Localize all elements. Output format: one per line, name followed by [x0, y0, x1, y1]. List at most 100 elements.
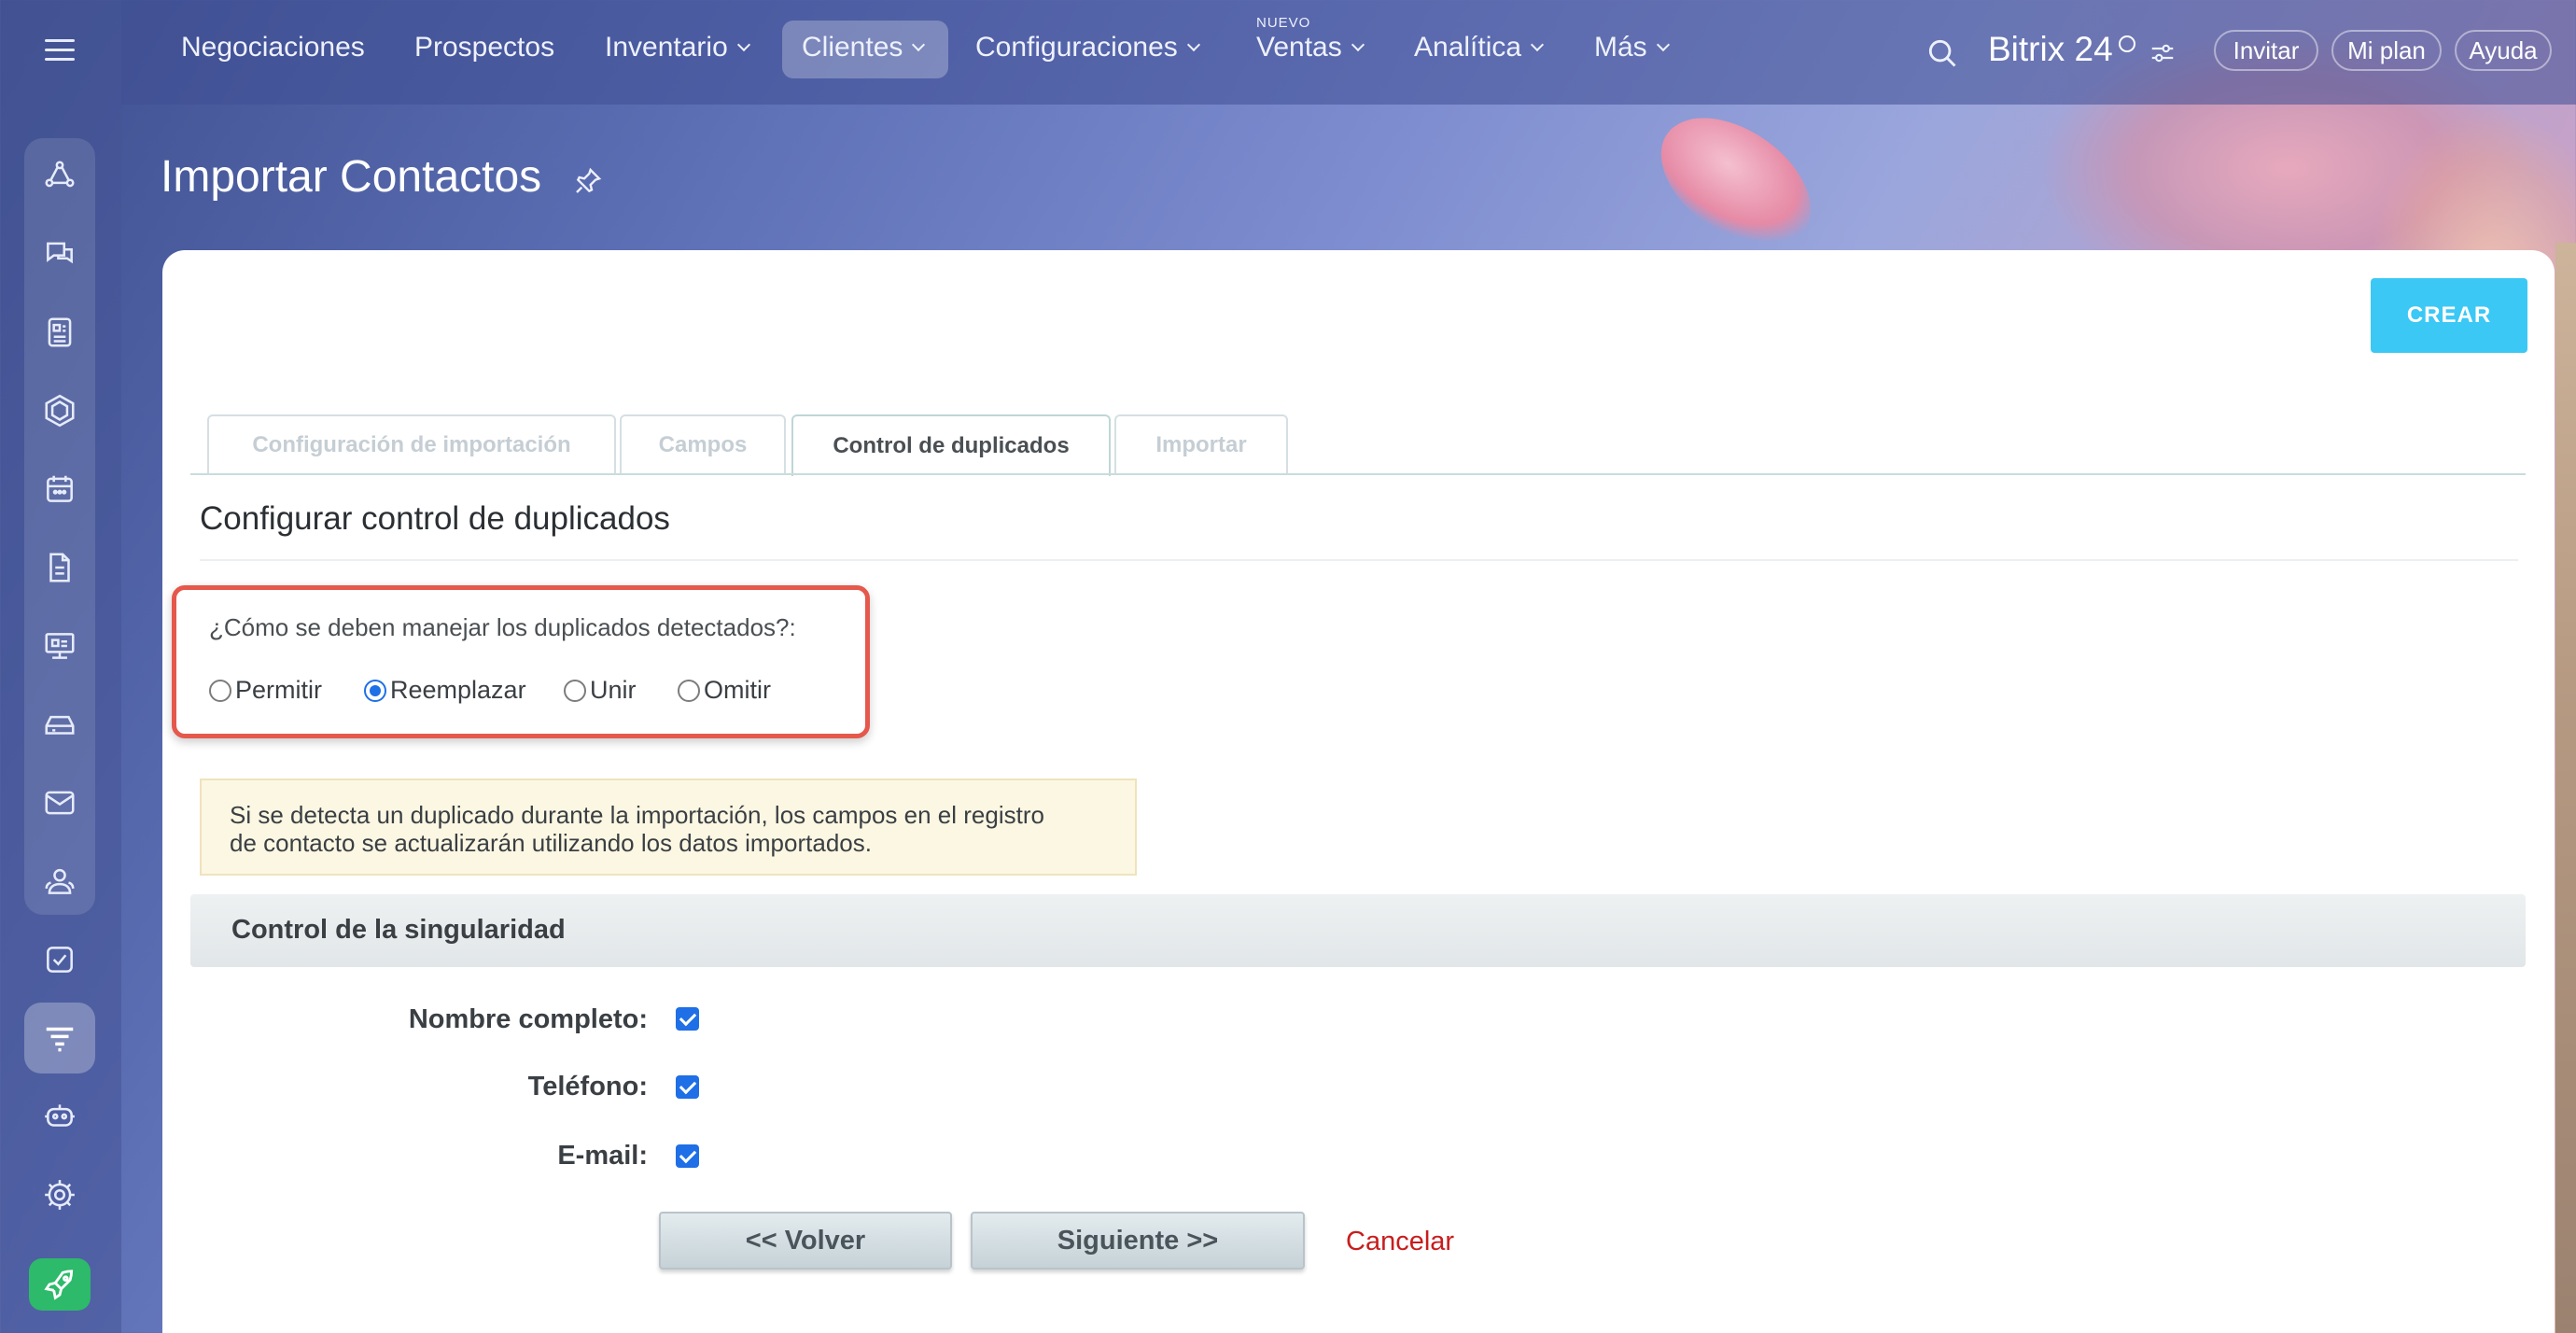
duplicate-question: ¿Cómo se deben manejar los duplicados de… — [209, 613, 796, 641]
checkbox-email[interactable] — [676, 1144, 699, 1168]
section-divider — [200, 559, 2518, 561]
workflow-icon — [45, 161, 75, 188]
radio-button[interactable] — [564, 679, 586, 702]
info-text-line: de contacto se actualizarán utilizando l… — [230, 829, 872, 857]
my-plan-button[interactable]: Mi plan — [2331, 30, 2442, 71]
mail-icon — [45, 791, 75, 815]
nav-item-negociaciones[interactable]: Negociaciones — [181, 32, 365, 63]
info-text-line: Si se detecta un duplicado durante la im… — [230, 801, 1044, 829]
clock-icon — [2119, 35, 2135, 52]
sidebar-item-calendar[interactable] — [24, 454, 95, 525]
next-button[interactable]: Siguiente >> — [971, 1212, 1305, 1270]
sidebar-item-chat[interactable] — [24, 218, 95, 289]
checkbox-phone[interactable] — [676, 1075, 699, 1099]
nav-label: Ventas — [1256, 32, 1342, 63]
radio-unir[interactable]: Unir — [564, 676, 637, 705]
radio-reemplazar[interactable]: Reemplazar — [364, 676, 526, 705]
duplicate-handling-highlight — [172, 585, 870, 738]
sidebar-item-hexagon[interactable] — [24, 375, 95, 446]
sidebar-item-documents[interactable] — [24, 532, 95, 603]
calendar-icon — [47, 475, 73, 502]
help-button[interactable]: Ayuda — [2455, 30, 2552, 71]
background-edge — [2555, 243, 2576, 1333]
page-title: Importar Contactos — [161, 152, 542, 202]
nav-label: Clientes — [802, 32, 903, 63]
contacts-icon — [45, 868, 75, 894]
crm-funnel-icon — [46, 1027, 74, 1052]
radio-label: Reemplazar — [390, 676, 526, 704]
sidebar-item-contacts[interactable] — [24, 846, 95, 917]
tab-duplicate-control[interactable]: Control de duplicados — [791, 414, 1111, 476]
sidebar-item-workflow[interactable] — [24, 140, 95, 211]
checkbox-full-name[interactable] — [676, 1007, 699, 1031]
hexagon-icon — [45, 394, 75, 428]
radio-label: Permitir — [235, 676, 322, 704]
sidebar-item-rocket[interactable] — [29, 1258, 91, 1311]
feed-icon — [48, 317, 72, 347]
hamburger-menu-icon[interactable] — [37, 32, 82, 69]
sidebar-item-presentation[interactable] — [24, 610, 95, 681]
back-button[interactable]: << Volver — [659, 1212, 952, 1270]
sidebar-item-drive[interactable] — [24, 689, 95, 760]
background-petal — [1637, 91, 1835, 273]
robot-icon — [45, 1104, 75, 1127]
nav-label: Negociaciones — [181, 32, 365, 63]
brand-logo: Bitrix 24 — [1988, 30, 2113, 68]
nav-label: Más — [1594, 32, 1647, 63]
chat-icon — [47, 242, 73, 264]
chevron-down-icon — [912, 37, 926, 52]
tab-import[interactable]: Importar — [1114, 414, 1288, 474]
nav-label: Prospectos — [414, 32, 555, 63]
field-label-email: E-mail: — [557, 1141, 648, 1171]
settings-icon — [45, 1180, 75, 1210]
document-icon — [49, 553, 70, 582]
nav-label: Inventario — [605, 32, 728, 63]
sidebar-item-settings[interactable] — [24, 1159, 95, 1230]
radio-button-selected[interactable] — [364, 679, 386, 702]
tab-divider — [190, 473, 2526, 475]
nav-item-mas[interactable]: Más — [1594, 32, 1670, 63]
info-notice: Si se detecta un duplicado durante la im… — [200, 779, 1137, 876]
nav-item-configuraciones[interactable]: Configuraciones — [975, 32, 1200, 63]
new-badge: NUEVO — [1256, 15, 1311, 31]
nav-label: Analítica — [1414, 32, 1522, 63]
chevron-down-icon — [736, 37, 750, 52]
field-label-full-name: Nombre completo: — [408, 1004, 648, 1034]
radio-label: Omitir — [704, 676, 771, 704]
sidebar-item-crm[interactable] — [24, 1003, 95, 1073]
rocket-icon — [44, 1270, 74, 1300]
sidebar-item-mail[interactable] — [24, 767, 95, 838]
chevron-down-icon — [1656, 37, 1670, 52]
presentation-icon — [45, 633, 75, 659]
sidebar-item-tasks[interactable] — [24, 924, 95, 995]
pin-icon[interactable] — [573, 166, 603, 196]
cancel-link[interactable]: Cancelar — [1346, 1227, 1454, 1257]
drive-icon — [45, 715, 75, 735]
radio-button[interactable] — [678, 679, 700, 702]
chevron-down-icon — [1351, 37, 1365, 52]
nav-item-clientes[interactable]: Clientes — [802, 32, 926, 63]
field-label-phone: Teléfono: — [527, 1072, 648, 1101]
sidebar-item-robot[interactable] — [24, 1081, 95, 1152]
tab-fields[interactable]: Campos — [620, 414, 786, 474]
tab-import-settings[interactable]: Configuración de importación — [207, 414, 616, 474]
left-sidebar — [0, 0, 121, 1333]
nav-item-analitica[interactable]: Analítica — [1414, 32, 1545, 63]
nav-item-ventas[interactable]: Ventas — [1256, 32, 1365, 63]
radio-button[interactable] — [209, 679, 231, 702]
nav-item-prospectos[interactable]: Prospectos — [414, 32, 554, 63]
radio-omitir[interactable]: Omitir — [678, 676, 771, 705]
section-title: Configurar control de duplicados — [200, 500, 670, 537]
sliders-icon[interactable] — [2149, 39, 2177, 67]
nav-label: Configuraciones — [975, 32, 1178, 63]
nav-item-inventario[interactable]: Inventario — [605, 32, 750, 63]
invite-button[interactable]: Invitar — [2214, 30, 2318, 71]
radio-label: Unir — [590, 676, 637, 704]
radio-permitir[interactable]: Permitir — [209, 676, 322, 705]
chevron-down-icon — [1531, 37, 1545, 52]
search-icon[interactable] — [1925, 35, 1960, 71]
tasks-icon — [47, 947, 73, 973]
sidebar-item-feed[interactable] — [24, 297, 95, 368]
uniqueness-title: Control de la singularidad — [231, 915, 566, 945]
create-button[interactable]: CREAR — [2371, 278, 2527, 353]
